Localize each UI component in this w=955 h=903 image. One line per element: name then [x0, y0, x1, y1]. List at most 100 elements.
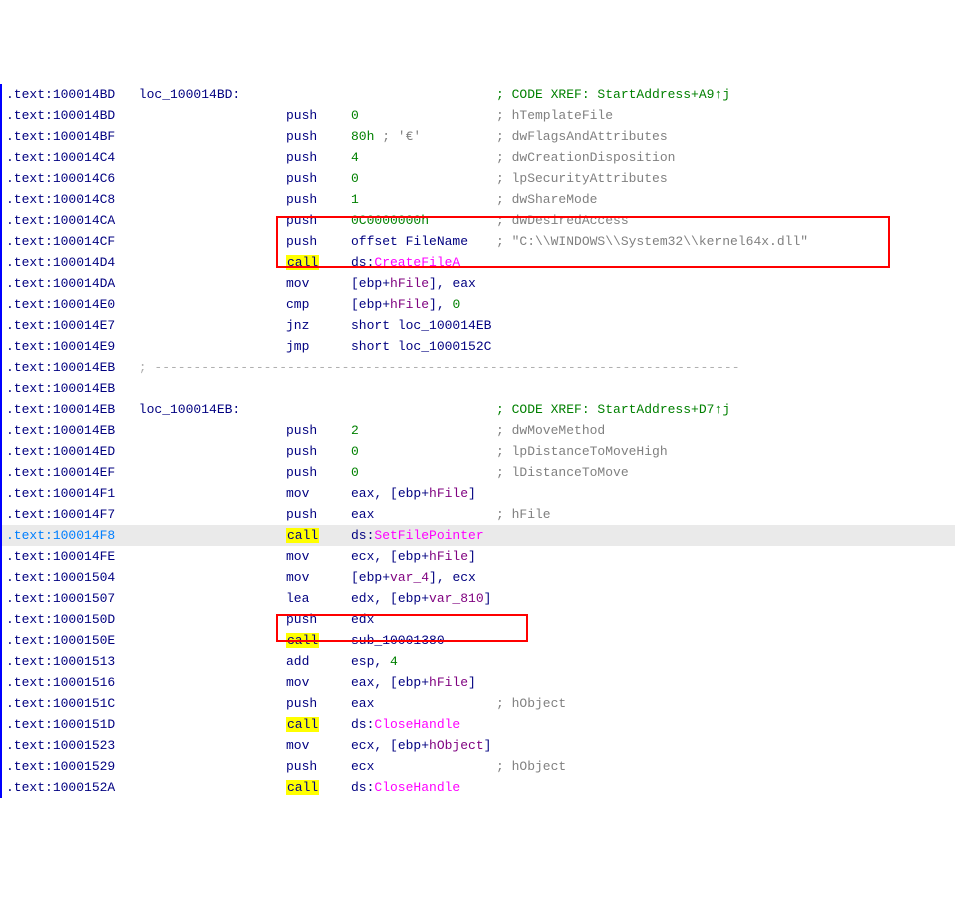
address: 10001516 [53, 675, 115, 690]
disassembly-line[interactable]: .text:100014CA push0C0000000h; dwDesired… [0, 210, 955, 231]
seg-prefix: .text: [6, 108, 53, 123]
disassembly-line[interactable]: .text:100014BD push0; hTemplateFile [0, 105, 955, 126]
comment: ; dwMoveMethod [496, 420, 605, 441]
mnemonic: mov [286, 738, 309, 753]
mnemonic: mov [286, 570, 309, 585]
disassembly-line[interactable]: .text:100014E7 jnzshort loc_100014EB [0, 315, 955, 336]
seg-prefix: .text: [6, 129, 53, 144]
seg-prefix: .text: [6, 675, 53, 690]
seg-prefix: .text: [6, 780, 53, 795]
address: 100014F8 [53, 528, 115, 543]
address: 100014F7 [53, 507, 115, 522]
address: 100014D4 [53, 255, 115, 270]
disassembly-line[interactable]: .text:100014BF push80h ; '€'; dwFlagsAnd… [0, 126, 955, 147]
address: 100014EB [53, 381, 115, 396]
disassembly-line[interactable]: .text:1000151D callds:CloseHandle [0, 714, 955, 735]
disassembly-line[interactable]: .text:1000152A callds:CloseHandle [0, 777, 955, 798]
disassembly-line[interactable]: .text:10001507 leaedx, [ebp+var_810] [0, 588, 955, 609]
address: 100014CA [53, 213, 115, 228]
mnemonic: mov [286, 549, 309, 564]
operands: eax [351, 693, 496, 714]
operands: 0 [351, 168, 496, 189]
operands: eax, [ebp+hFile] [351, 672, 496, 693]
comment: ; CODE XREF: StartAddress+D7↑j [496, 399, 730, 420]
address: 1000150D [53, 612, 115, 627]
seg-prefix: .text: [6, 717, 53, 732]
mnemonic: push [286, 423, 317, 438]
seg-prefix: .text: [6, 87, 53, 102]
operands: ds:CloseHandle [351, 714, 496, 735]
location-label[interactable]: loc_100014EB: [131, 402, 240, 417]
disassembly-line[interactable]: .text:100014C6 push0; lpSecurityAttribut… [0, 168, 955, 189]
disassembly-line[interactable]: .text:100014EF push0; lDistanceToMove [0, 462, 955, 483]
mnemonic: push [286, 696, 317, 711]
operands: 80h ; '€' [351, 126, 496, 147]
operands: [ebp+var_4], ecx [351, 567, 496, 588]
location-label[interactable]: loc_100014BD: [131, 87, 240, 102]
disassembly-line[interactable]: .text:100014E9 jmpshort loc_1000152C [0, 336, 955, 357]
disassembly-line[interactable]: .text:100014ED push0; lpDistanceToMoveHi… [0, 441, 955, 462]
disassembly-line[interactable]: .text:10001513 addesp, 4 [0, 651, 955, 672]
seg-prefix: .text: [6, 339, 53, 354]
operands: 0 [351, 441, 496, 462]
disassembly-line[interactable]: .text:100014EB [0, 378, 955, 399]
disassembly-line[interactable]: .text:10001529 pushecx; hObject [0, 756, 955, 777]
mnemonic-call: call [286, 780, 319, 795]
disassembly-line[interactable]: .text:100014EB ; -----------------------… [0, 357, 955, 378]
mnemonic: mov [286, 675, 309, 690]
operands: 2 [351, 420, 496, 441]
seg-prefix: .text: [6, 465, 53, 480]
address: 1000151C [53, 696, 115, 711]
operands: offset FileName [351, 231, 496, 252]
seg-prefix: .text: [6, 633, 53, 648]
address: 100014EF [53, 465, 115, 480]
disassembly-line[interactable]: .text:100014C4 push4; dwCreationDisposit… [0, 147, 955, 168]
disassembly-line[interactable]: .text:100014E0 cmp[ebp+hFile], 0 [0, 294, 955, 315]
disassembly-line[interactable]: .text:100014EB loc_100014EB:; CODE XREF:… [0, 399, 955, 420]
mnemonic: add [286, 654, 309, 669]
disassembly-line[interactable]: .text:100014F7 pusheax; hFile [0, 504, 955, 525]
operands: [ebp+hFile], eax [351, 273, 496, 294]
seg-prefix: .text: [6, 360, 53, 375]
address: 100014BD [53, 87, 115, 102]
disassembly-line[interactable]: .text:100014FE movecx, [ebp+hFile] [0, 546, 955, 567]
disassembly-line[interactable]: .text:10001504 mov[ebp+var_4], ecx [0, 567, 955, 588]
disassembly-line[interactable]: .text:100014BD loc_100014BD: ; CODE XREF:… [0, 84, 955, 105]
seg-prefix: .text: [6, 318, 53, 333]
mnemonic: jmp [286, 339, 309, 354]
disassembly-line[interactable]: .text:100014D4 callds:CreateFileA [0, 252, 955, 273]
mnemonic: push [286, 150, 317, 165]
disassembly-line[interactable]: .text:100014DA mov[ebp+hFile], eax [0, 273, 955, 294]
operands: ds:CloseHandle [351, 777, 496, 798]
operands: ecx, [ebp+hFile] [351, 546, 496, 567]
address: 10001529 [53, 759, 115, 774]
mnemonic: push [286, 444, 317, 459]
address: 100014EB [53, 423, 115, 438]
disassembly-line[interactable]: .text:1000151C pusheax; hObject [0, 693, 955, 714]
comment: ; CODE XREF: StartAddress+A9↑j [496, 84, 730, 105]
seg-prefix: .text: [6, 738, 53, 753]
seg-prefix: .text: [6, 486, 53, 501]
disassembly-line[interactable]: .text:1000150D pushedx [0, 609, 955, 630]
operands: 0C0000000h [351, 210, 496, 231]
disassembly-line[interactable]: .text:10001516 mov eax, [ebp+hFile] [0, 672, 955, 693]
operands: short loc_100014EB [351, 315, 496, 336]
address: 100014BD [53, 108, 115, 123]
disassembly-line[interactable]: .text:100014F8 callds:SetFilePointer [0, 525, 955, 546]
disassembly-line[interactable]: .text:1000150E callsub_10001380 [0, 630, 955, 651]
comment: ; dwFlagsAndAttributes [496, 126, 668, 147]
disassembly-line[interactable]: .text:100014F1 moveax, [ebp+hFile] [0, 483, 955, 504]
comment: ; "C:\\WINDOWS\\System32\\kernel64x.dll" [496, 231, 808, 252]
mnemonic: push [286, 612, 317, 627]
disassembly-line[interactable]: .text:100014EB push2; dwMoveMethod [0, 420, 955, 441]
seg-prefix: .text: [6, 591, 53, 606]
comment: ; lDistanceToMove [496, 462, 629, 483]
disassembly-line[interactable]: .text:100014C8 push1; dwShareMode [0, 189, 955, 210]
comment: ; dwShareMode [496, 189, 597, 210]
comment: ; lpSecurityAttributes [496, 168, 668, 189]
disassembly-line[interactable]: .text:10001523 movecx, [ebp+hObject] [0, 735, 955, 756]
disassembly-line[interactable]: .text:100014CF pushoffset FileName; "C:\… [0, 231, 955, 252]
mnemonic: push [286, 234, 317, 249]
mnemonic: push [286, 129, 317, 144]
mnemonic: push [286, 759, 317, 774]
